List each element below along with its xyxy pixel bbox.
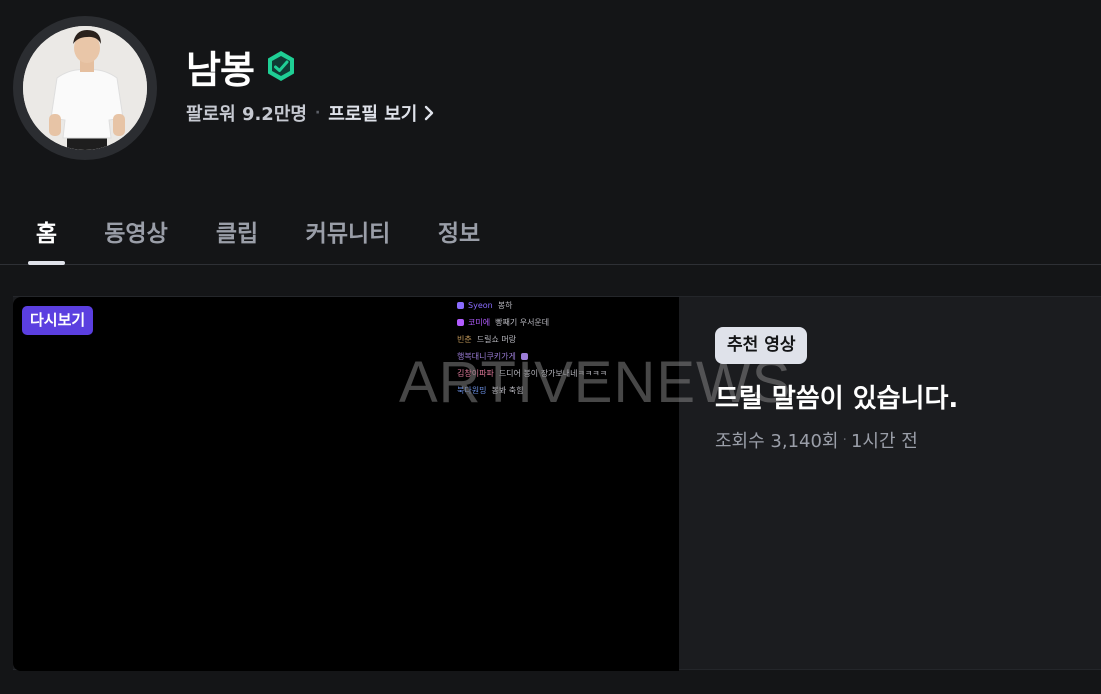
meta-separator: · [842,432,847,448]
profile-link-label: 프로필 보기 [328,104,418,125]
video-info: 추천 영상 드릴 말씀이 있습니다. 조회수 3,140회 · 1시간 전 [715,327,958,453]
channel-avatar[interactable] [13,16,157,160]
channel-info: 남봉 팔로워 9.2만명 · 프로필 보기 [186,40,435,126]
tab-community[interactable]: 커뮤니티 [302,208,394,264]
tab-clips[interactable]: 클립 [213,208,261,264]
chat-nick: 코미에 [468,318,491,327]
recommended-badge: 추천 영상 [715,327,808,364]
chat-message: 봉하 [497,301,513,310]
chat-message: 빵째기 우서운데 [495,318,550,327]
channel-name[interactable]: 남봉 [186,39,255,94]
tab-home[interactable]: 홈 [28,208,65,265]
channel-name-row: 남봉 [186,40,435,92]
featured-video: 다시보기 Syeon 봉하 코미에 빵째기 우서운데 빈춘 드릴쇼 머랑 행복대… [13,296,1101,671]
chat-message: 드릴쇼 머랑 [476,335,517,344]
follower-count: 팔로워 9.2만명 [186,104,307,125]
video-title[interactable]: 드릴 말씀이 있습니다. [715,378,958,415]
replay-badge: 다시보기 [22,306,94,335]
avatar-photo [23,26,147,150]
view-count: 조회수 3,140회 [715,431,839,452]
tab-videos[interactable]: 동영상 [101,208,171,264]
chat-nick: 빈춘 [457,335,472,344]
channel-page: 남봉 팔로워 9.2만명 · 프로필 보기 홈 동영상 클립 커뮤니티 정보 다… [0,0,1101,694]
channel-meta: 팔로워 9.2만명 · 프로필 보기 [186,100,435,126]
meta-separator: · [314,105,321,121]
chat-badge-icon [457,319,464,326]
chevron-right-icon [423,105,435,121]
chat-line: Syeon 봉하 [457,297,657,314]
verified-check-icon [264,49,298,83]
channel-tabs: 홈 동영상 클립 커뮤니티 정보 [0,208,1101,265]
video-meta: 조회수 3,140회 · 1시간 전 [715,427,958,453]
tab-about[interactable]: 정보 [435,208,483,264]
chat-badge-icon [457,302,464,309]
upload-time: 1시간 전 [850,431,918,452]
profile-link[interactable]: 프로필 보기 [328,100,435,126]
chat-nick: Syeon [468,301,493,310]
chat-line: 코미에 빵째기 우서운데 [457,314,657,331]
chat-line: 빈춘 드릴쇼 머랑 [457,331,657,348]
